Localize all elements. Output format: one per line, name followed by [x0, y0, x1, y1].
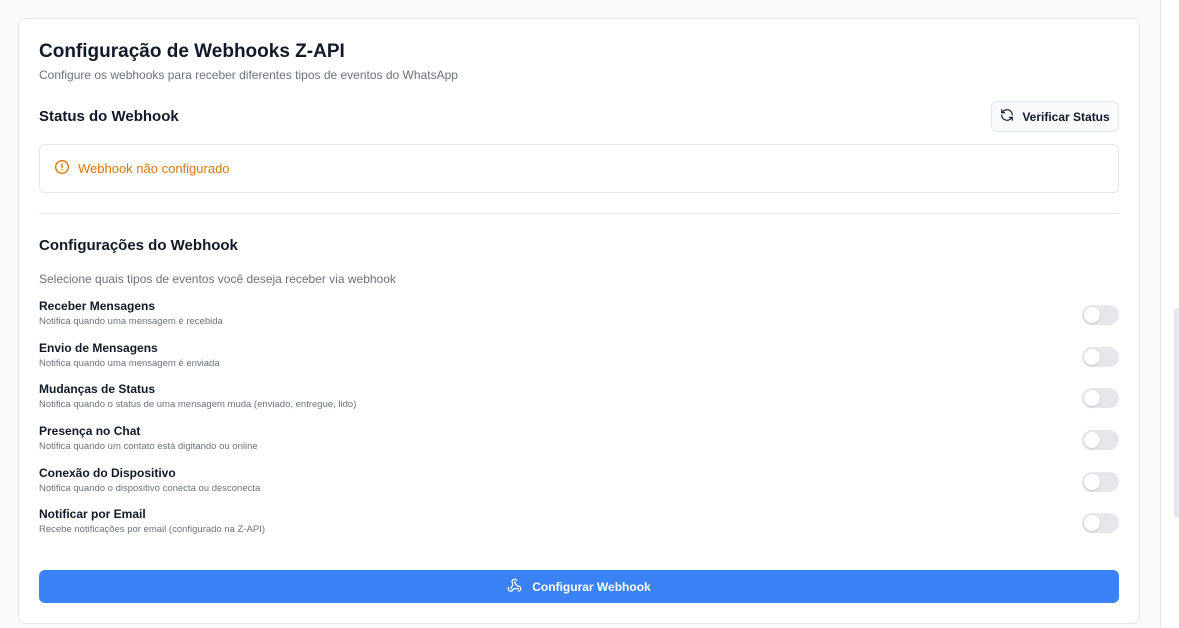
toggle-chat-presence[interactable]	[1082, 430, 1119, 450]
verify-status-button[interactable]: Verificar Status	[991, 101, 1119, 132]
toggle-knob	[1084, 432, 1100, 448]
alert-circle-icon	[54, 159, 70, 178]
section-divider	[39, 213, 1119, 214]
option-label: Receber Mensagens	[39, 299, 156, 313]
toggle-knob	[1084, 474, 1100, 490]
option-status-changes: Mudanças de Status Notifica quando o sta…	[39, 382, 1119, 418]
status-message-box: Webhook não configurado	[39, 144, 1119, 193]
option-label: Presença no Chat	[39, 424, 141, 438]
toggle-status-changes[interactable]	[1082, 388, 1119, 408]
scrollbar-thumb[interactable]	[1174, 308, 1179, 518]
status-section-title: Status do Webhook	[39, 108, 179, 125]
refresh-icon	[1000, 108, 1014, 125]
page-background: Configuração de Webhooks Z-API Configure…	[0, 0, 1160, 628]
webhook-icon	[507, 578, 522, 596]
toggle-device-connection[interactable]	[1082, 472, 1119, 492]
option-label: Envio de Mensagens	[39, 341, 158, 355]
option-chat-presence: Presença no Chat Notifica quando um cont…	[39, 424, 1119, 460]
option-description: Notifica quando o status de uma mensagem…	[39, 399, 357, 410]
page-title: Configuração de Webhooks Z-API	[39, 41, 345, 62]
option-description: Notifica quando uma mensagem é enviada	[39, 358, 220, 369]
toggle-knob	[1084, 390, 1100, 406]
configure-webhook-label: Configurar Webhook	[532, 579, 651, 594]
option-description: Notifica quando uma mensagem é recebida	[39, 316, 223, 327]
option-receive-messages: Receber Mensagens Notifica quando uma me…	[39, 299, 1119, 335]
settings-section-title: Configurações do Webhook	[39, 237, 238, 254]
page-scrollbar[interactable]	[1160, 0, 1179, 628]
page-subtitle: Configure os webhooks para receber difer…	[39, 68, 458, 82]
toggle-knob	[1084, 515, 1100, 531]
toggle-knob	[1084, 349, 1100, 365]
toggle-knob	[1084, 307, 1100, 323]
webhook-config-card: Configuração de Webhooks Z-API Configure…	[18, 18, 1140, 624]
option-description: Notifica quando o dispositivo conecta ou…	[39, 483, 261, 494]
status-message: Webhook não configurado	[78, 161, 230, 176]
verify-status-label: Verificar Status	[1022, 109, 1110, 124]
option-device-connection: Conexão do Dispositivo Notifica quando o…	[39, 466, 1119, 502]
toggle-email-notify[interactable]	[1082, 513, 1119, 533]
option-description: Notifica quando um contato está digitand…	[39, 441, 258, 452]
option-email-notify: Notificar por Email Recebe notificações …	[39, 507, 1119, 543]
option-label: Conexão do Dispositivo	[39, 466, 176, 480]
toggle-receive-messages[interactable]	[1082, 305, 1119, 325]
toggle-send-messages[interactable]	[1082, 347, 1119, 367]
settings-help-text: Selecione quais tipos de eventos você de…	[39, 272, 396, 286]
configure-webhook-button[interactable]: Configurar Webhook	[39, 570, 1119, 603]
option-label: Notificar por Email	[39, 507, 146, 521]
option-description: Recebe notificações por email (configura…	[39, 524, 266, 535]
option-send-messages: Envio de Mensagens Notifica quando uma m…	[39, 341, 1119, 377]
option-label: Mudanças de Status	[39, 382, 156, 396]
